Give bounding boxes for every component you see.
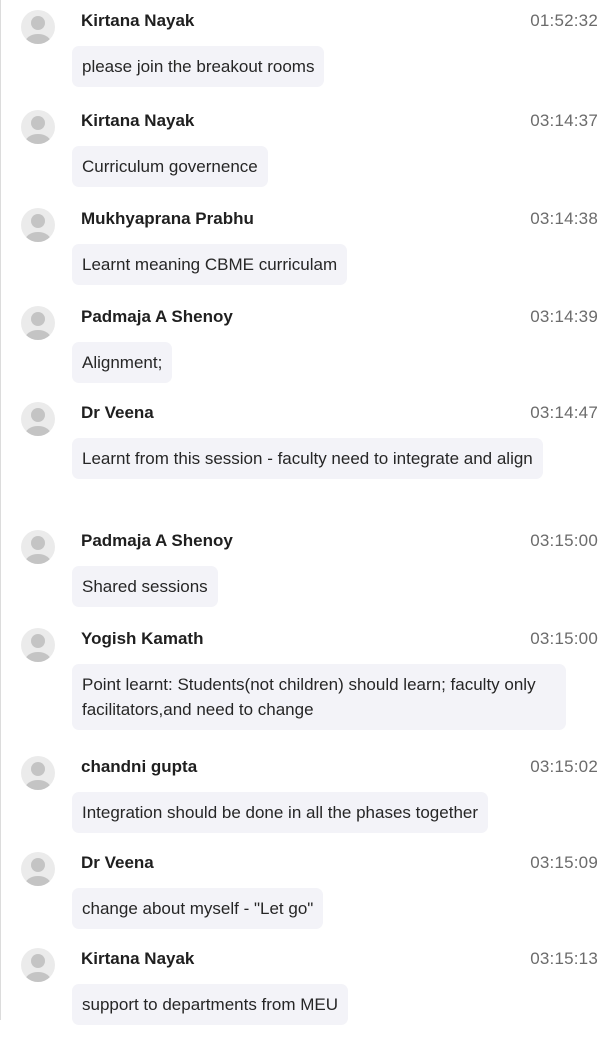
user-avatar-icon — [21, 628, 55, 662]
message-timestamp: 03:15:00 — [530, 629, 598, 648]
message-bubble: Learnt from this session - faculty need … — [72, 438, 543, 479]
message-sender: Dr Veena — [81, 853, 154, 872]
message-sender: Dr Veena — [81, 403, 154, 422]
message-bubble: Shared sessions — [72, 566, 218, 607]
user-avatar-icon — [21, 852, 55, 886]
chat-message: Padmaja A Shenoy 03:14:39 Alignment; — [0, 300, 615, 406]
message-bubble: Curriculum governence — [72, 146, 268, 187]
chat-message: Dr Veena 03:15:09 change about myself - … — [0, 846, 615, 952]
chat-message: Kirtana Nayak 03:14:37 Curriculum govern… — [0, 104, 615, 210]
message-timestamp: 03:14:38 — [530, 209, 598, 228]
message-timestamp: 01:52:32 — [530, 11, 598, 30]
message-sender: chandni gupta — [81, 757, 198, 776]
message-sender: Yogish Kamath — [81, 629, 204, 648]
message-bubble: Alignment; — [72, 342, 173, 383]
chat-message: Padmaja A Shenoy 03:15:00 Shared session… — [0, 524, 615, 630]
chat-message: Yogish Kamath 03:15:00 Point learnt: Stu… — [0, 622, 615, 730]
message-bubble: Point learnt: Students(not children) sho… — [72, 664, 566, 730]
message-timestamp: 03:14:37 — [530, 111, 598, 130]
user-avatar-icon — [21, 110, 55, 144]
user-avatar-icon — [21, 756, 55, 790]
user-avatar-icon — [21, 402, 55, 436]
user-avatar-icon — [21, 306, 55, 340]
user-avatar-icon — [21, 948, 55, 982]
message-timestamp: 03:14:39 — [530, 307, 598, 326]
message-sender: Padmaja A Shenoy — [81, 531, 233, 550]
message-sender: Padmaja A Shenoy — [81, 307, 233, 326]
chat-message: Mukhyaprana Prabhu 03:14:38 Learnt meani… — [0, 202, 615, 308]
user-avatar-icon — [21, 10, 55, 44]
message-bubble: change about myself - "Let go" — [72, 888, 324, 929]
message-sender: Kirtana Nayak — [81, 949, 195, 968]
chat-message: Kirtana Nayak 01:52:32 please join the b… — [0, 4, 615, 110]
message-bubble: support to departments from MEU — [72, 984, 349, 1025]
message-sender: Kirtana Nayak — [81, 111, 195, 130]
chat-message: Kirtana Nayak 03:15:13 support to depart… — [0, 942, 615, 1048]
message-timestamp: 03:15:00 — [530, 531, 598, 550]
chat-message: Dr Veena 03:14:47 Learnt from this sessi… — [0, 396, 615, 502]
message-timestamp: 03:14:47 — [530, 403, 598, 422]
message-bubble: please join the breakout rooms — [72, 46, 325, 87]
user-avatar-icon — [21, 208, 55, 242]
user-avatar-icon — [21, 530, 55, 564]
message-sender: Mukhyaprana Prabhu — [81, 209, 254, 228]
chat-message: chandni gupta 03:15:02 Integration shoul… — [0, 750, 615, 856]
message-timestamp: 03:15:02 — [530, 757, 598, 776]
message-sender: Kirtana Nayak — [81, 11, 195, 30]
message-bubble: Learnt meaning CBME curriculam — [72, 244, 348, 285]
message-timestamp: 03:15:13 — [530, 949, 598, 968]
message-timestamp: 03:15:09 — [530, 853, 598, 872]
message-bubble: Integration should be done in all the ph… — [72, 792, 489, 833]
